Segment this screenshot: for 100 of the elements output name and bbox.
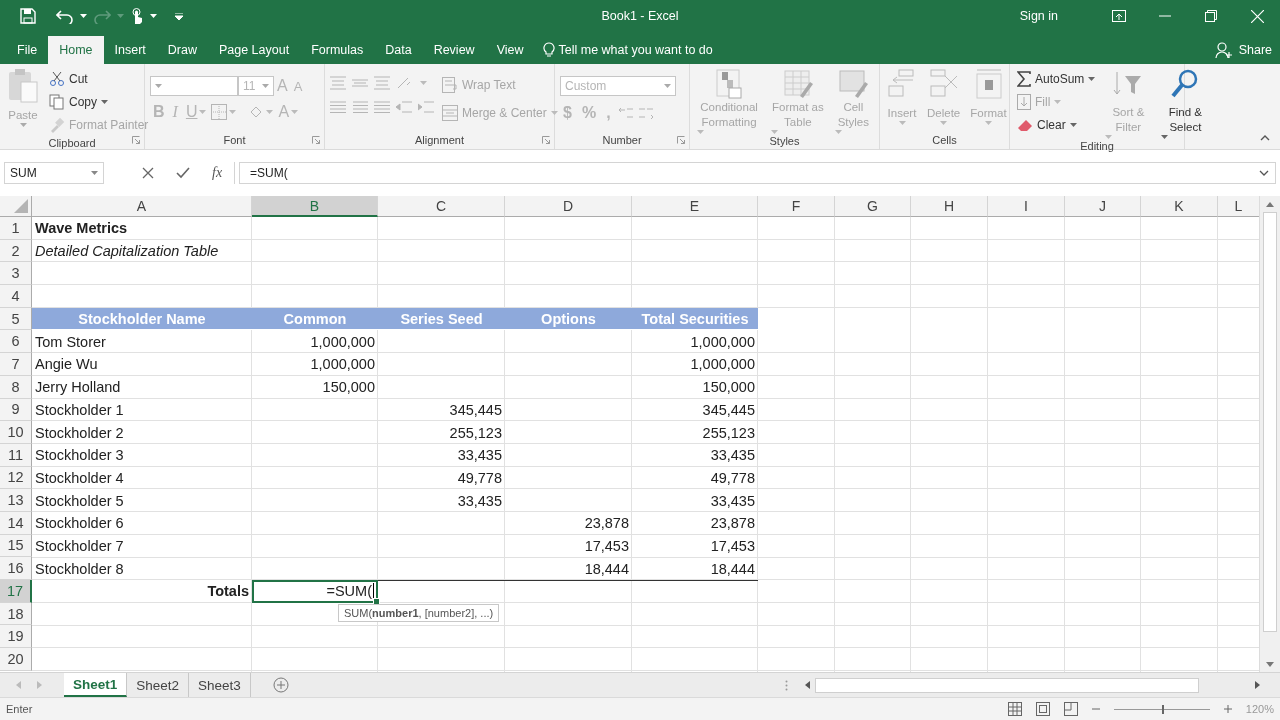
column-header[interactable]: A xyxy=(32,196,252,217)
row-header[interactable]: 14 xyxy=(0,511,32,535)
autosum-button[interactable]: AutoSum xyxy=(1015,68,1098,90)
row-header[interactable]: 4 xyxy=(0,285,32,308)
caret-icon xyxy=(697,130,704,134)
ribbon-tab[interactable]: Data xyxy=(374,36,423,64)
dialog-launcher-icon xyxy=(312,136,320,144)
row-header[interactable]: 9 xyxy=(0,398,32,422)
column-header[interactable]: H xyxy=(911,196,988,217)
dialog-launcher-icon xyxy=(677,136,685,144)
table-cell-text: 33,435 xyxy=(456,491,503,511)
caret-icon xyxy=(117,14,124,18)
save-icon xyxy=(20,8,36,24)
name-box[interactable]: SUM xyxy=(4,162,104,184)
ribbon-tab[interactable]: File xyxy=(6,36,49,64)
row-header[interactable]: 19 xyxy=(0,625,32,649)
increase-decimal-icon xyxy=(617,106,634,120)
table-cell-text: Tom Storer xyxy=(34,332,107,352)
ribbon-tab[interactable]: Formulas xyxy=(300,36,375,64)
insert-function-button[interactable]: fx xyxy=(212,165,223,181)
row-header[interactable]: 7 xyxy=(0,353,32,376)
row-header[interactable]: 17 xyxy=(0,580,32,603)
row-header[interactable]: 8 xyxy=(0,375,32,399)
page-break-icon xyxy=(1063,702,1078,716)
window-title: Book1 - Excel xyxy=(601,9,679,23)
ribbon-tab[interactable]: Insert xyxy=(103,36,157,64)
ribbon-tab[interactable]: View xyxy=(485,36,535,64)
ribbon-tab[interactable]: Home xyxy=(48,36,104,64)
decrease-decimal-icon xyxy=(637,106,654,120)
table-cell-text: Wave Metrics xyxy=(34,219,129,239)
column-header[interactable]: L xyxy=(1218,196,1259,217)
share-button[interactable]: Share xyxy=(1238,43,1272,57)
row-header[interactable]: 20 xyxy=(0,648,32,671)
copy-button[interactable]: Copy xyxy=(47,91,151,113)
scrollbar-thumb[interactable] xyxy=(815,677,1199,693)
table-cell-text: 345,445 xyxy=(448,400,503,420)
lightbulb-icon xyxy=(542,42,555,58)
cancel-icon xyxy=(142,167,154,179)
caret-icon xyxy=(550,111,558,115)
caret-icon xyxy=(1069,123,1077,127)
row-header[interactable]: 18 xyxy=(0,602,32,626)
sheet-tab[interactable]: Sheet1 xyxy=(64,673,128,697)
minimize-icon xyxy=(1159,15,1171,17)
clear-button[interactable]: Clear xyxy=(1015,114,1098,136)
function-tooltip: SUM(number1, [number2], ...) xyxy=(338,603,500,622)
ribbon-tab[interactable]: Page Layout xyxy=(207,36,301,64)
column-header[interactable]: K xyxy=(1141,196,1218,217)
formula-input[interactable]: =SUM( xyxy=(239,162,1276,184)
row-header[interactable]: 11 xyxy=(0,443,32,467)
ribbon-tab[interactable]: Review xyxy=(422,36,486,64)
zoom-slider-thumb[interactable] xyxy=(1161,704,1164,714)
fill-down-icon xyxy=(1017,94,1031,110)
table-cell-text: 345,445 xyxy=(701,400,756,420)
caret-icon xyxy=(1088,77,1096,81)
table-cell-text: 18,444 xyxy=(583,559,630,579)
split-handle-icon xyxy=(785,679,788,691)
row-header[interactable]: 1 xyxy=(0,217,32,240)
find-select-button[interactable]: Find & Select xyxy=(1159,68,1212,139)
caret-icon xyxy=(291,110,299,114)
cut-button[interactable]: Cut xyxy=(47,68,151,90)
font-name-field[interactable] xyxy=(150,76,238,96)
caret-icon xyxy=(664,84,671,88)
table-cell-text: 33,435 xyxy=(456,446,503,466)
ribbon-tab[interactable]: Draw xyxy=(156,36,208,64)
column-header[interactable]: C xyxy=(378,196,505,217)
table-cell-text: 1,000,000 xyxy=(309,332,376,352)
column-header[interactable]: B xyxy=(252,196,378,217)
row-header[interactable]: 3 xyxy=(0,262,32,286)
table-cell-text: Stockholder 3 xyxy=(34,446,125,466)
row-header[interactable]: 13 xyxy=(0,489,32,512)
middle-align-icon xyxy=(352,76,368,90)
scrollbar-thumb[interactable] xyxy=(1263,212,1277,632)
caret-icon xyxy=(80,14,87,18)
row-header[interactable]: 6 xyxy=(0,330,32,354)
caret-icon xyxy=(266,110,274,114)
caret-icon xyxy=(150,14,157,18)
copy-icon xyxy=(49,94,65,110)
caret-icon xyxy=(1105,135,1113,139)
column-header[interactable]: D xyxy=(505,196,632,217)
column-header[interactable]: G xyxy=(835,196,911,217)
tell-me-search[interactable]: Tell me what you want to do xyxy=(558,43,713,57)
caret-icon xyxy=(101,100,108,104)
table-cell-text: Stockholder 5 xyxy=(34,491,125,511)
row-header[interactable]: 16 xyxy=(0,557,32,580)
table-cell-text: 255,123 xyxy=(448,423,503,443)
page-layout-icon xyxy=(1035,702,1050,716)
table-cell-text: 17,453 xyxy=(583,536,630,556)
row-header[interactable]: 10 xyxy=(0,421,32,444)
group-label: Editing xyxy=(1079,139,1115,153)
column-header[interactable]: F xyxy=(758,196,835,217)
row-header[interactable]: 12 xyxy=(0,466,32,490)
spreadsheet-grid[interactable] xyxy=(0,196,1259,672)
column-header[interactable]: I xyxy=(988,196,1065,217)
row-header[interactable]: 5 xyxy=(0,307,32,331)
row-header[interactable]: 15 xyxy=(0,534,32,558)
column-header[interactable]: E xyxy=(632,196,758,217)
sign-in-link[interactable]: Sign in xyxy=(1019,9,1058,23)
column-header[interactable]: J xyxy=(1065,196,1141,217)
header-cell: Options xyxy=(505,307,632,331)
row-header[interactable]: 2 xyxy=(0,239,32,263)
